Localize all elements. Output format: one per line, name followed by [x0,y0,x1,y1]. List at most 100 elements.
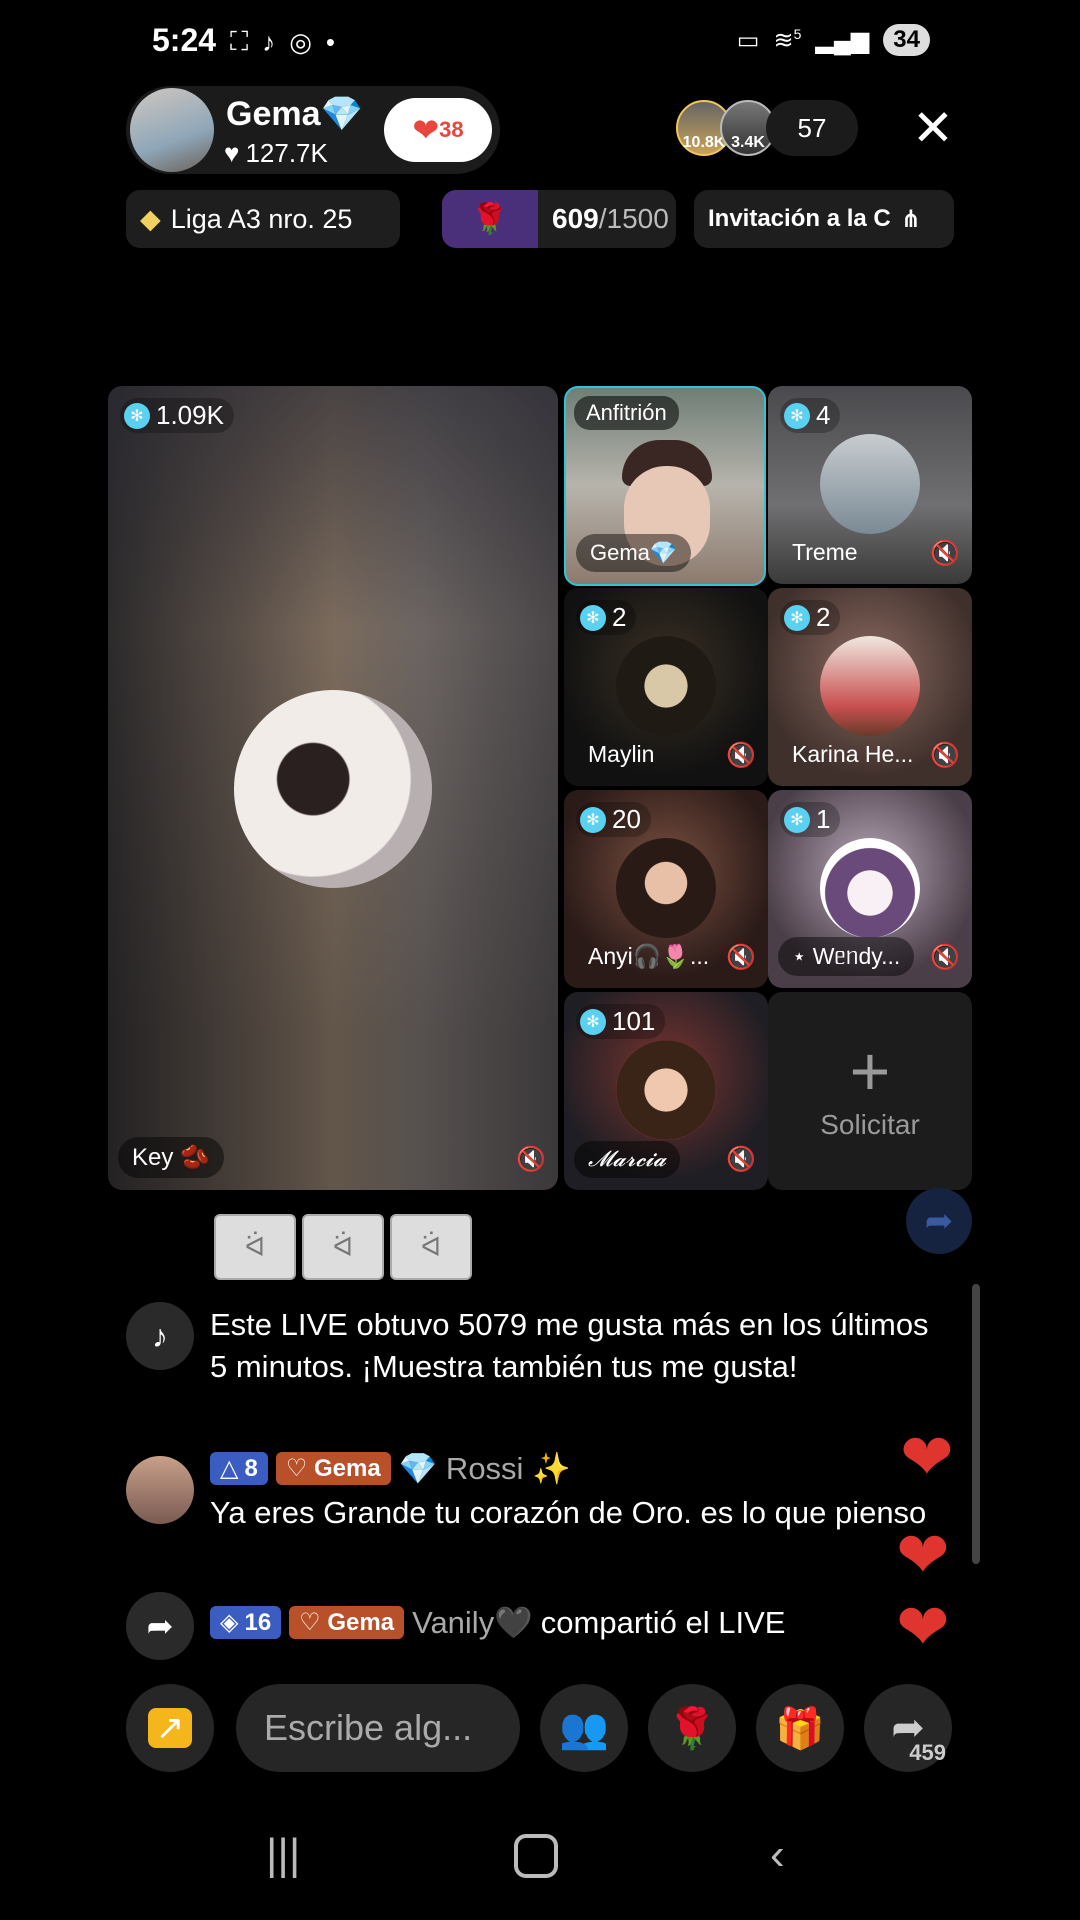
heart-icon: ♥ [224,138,240,168]
guest-avatar[interactable] [616,636,716,736]
comment-input[interactable]: Escribe alg... [236,1684,520,1772]
mic-muted-icon: 🔇 [930,742,960,769]
guest-avatar[interactable] [820,636,920,736]
close-icon[interactable]: ✕ [912,103,954,153]
guest-avatar[interactable] [820,838,920,938]
fan-badge: ♡ Gema [289,1606,405,1639]
share-text: compartió el LIVE [540,1604,786,1640]
mic-muted-icon: 🔇 [930,540,960,567]
share-button[interactable]: ➦ 459 [864,1684,952,1772]
guest-tile-marcia[interactable]: ✻ 101 𝓜𝓪𝓻𝓬𝓲𝓪 🔇 [564,992,768,1190]
gift-count: ✻ 2 [576,600,637,635]
heart-badge-icon: ❤ [412,112,440,148]
rose-goal-chip[interactable]: 🌹 609/1500 [442,190,676,248]
guest-name[interactable]: 𝓜𝓪𝓻𝓬𝓲𝓪 [574,1141,681,1178]
guest-tile-main[interactable]: ✻ 1.09K Key 🫘 🔇 [108,386,558,1190]
battery-indicator: 34 [883,24,930,56]
multi-guest-button[interactable]: 👥 [540,1684,628,1772]
guest-tile-treme[interactable]: ✻ 4 Treme 🔇 [768,386,972,584]
signal-icon: ▂▄▆ [815,26,870,54]
tiktok-icon: ♪ [126,1302,194,1370]
nav-recents-icon[interactable]: ||| [266,1830,300,1880]
rose-goal: /1500 [598,203,669,234]
guest-avatar[interactable] [820,434,920,534]
status-time: 5:24 [152,22,217,58]
host-tile[interactable]: Anfitrión Gema💎 [564,386,766,586]
rose-current: 609 [552,203,599,234]
screenshot-icon: ⛶ [230,26,249,56]
gift-button[interactable]: 🎁 [756,1684,844,1772]
gem-icon: ✻ [784,402,810,429]
host-follow-badge-button[interactable]: ❤ 38 [384,98,492,162]
gem-icon: ✻ [580,806,606,833]
viewer-count[interactable]: 57 [766,100,858,156]
guest-avatar[interactable] [616,838,716,938]
quick-action-button[interactable]: ↗ [126,1684,214,1772]
gift-count: ✻ 101 [576,1004,666,1039]
chat-message-header: △ 8 ♡ Gema 💎 Rossi ✨ [210,1450,571,1487]
plus-icon: + [849,1032,891,1110]
gem-icon: ✻ [784,604,810,631]
level-badge: △ 8 [210,1452,268,1485]
arrow-up-right-icon: ↗ [147,1708,193,1748]
host-badge-count: 38 [439,117,464,142]
diamond-icon: ◆ [140,203,161,234]
sticker-image: ᐛ [214,1214,296,1280]
guest-name[interactable]: Treme [778,533,872,572]
guest-name[interactable]: Key 🫘 [118,1137,224,1178]
league-label: Liga A3 nro. 25 [170,203,353,234]
rose-icon: 🌹 [471,202,509,236]
rose-goal-text: 609/1500 [524,203,669,235]
sticker-image: ᐛ [302,1214,384,1280]
system-message: Este LIVE obtuvo 5079 me gusta más en lo… [210,1307,929,1384]
status-bar: 5:24 ⛶ ♪ ◎ • ▭ ≋5 ▂▄▆ 34 [0,0,1080,86]
dot-icon: • [325,26,335,57]
guest-name[interactable]: Anyi🎧🌷... [574,937,723,976]
request-label: Solicitar [820,1109,920,1140]
heart-icon: ❤ [900,1421,954,1493]
mic-muted-icon: 🔇 [516,1146,546,1173]
rose-gift-button[interactable]: 🌹 [648,1684,736,1772]
chat-username[interactable]: 💎 Rossi ✨ [399,1450,571,1487]
chat-message-text: Ya eres Grande tu corazón de Oro. es lo … [210,1495,927,1530]
cast-icon: ▭ [736,26,760,54]
guest-name[interactable]: ⋆ Wᥱᥒdy... [778,937,915,976]
nav-home-icon[interactable] [514,1834,558,1878]
chat-scrollbar[interactable] [972,1284,980,1564]
host-avatar[interactable] [130,88,214,172]
league-chip[interactable]: ◆ Liga A3 nro. 25 [126,190,400,248]
heart-icon: ❤ [896,1519,950,1591]
guest-tile-wendy[interactable]: ✻ 1 ⋆ Wᥱᥒdy... 🔇 [768,790,972,988]
guest-name[interactable]: Maylin [574,735,668,774]
top-viewers[interactable]: 10.8K 3.4K 57 [676,100,858,156]
gem-icon: ✻ [580,1008,606,1035]
gift-count: ✻ 2 [780,600,841,635]
share-arrow-icon[interactable]: ➦ [906,1188,972,1254]
guest-avatar[interactable] [234,690,432,888]
chat-username[interactable]: Vanily🖤 [412,1604,533,1641]
sticker-row: ᐛ ᐛ ᐛ [214,1214,472,1280]
mic-muted-icon: 🔇 [930,944,960,971]
invite-label: Invitación a la C [708,205,891,232]
guest-tile-karina[interactable]: ✻ 2 Karina He... 🔇 [768,588,972,786]
guest-avatar[interactable] [616,1040,716,1140]
gift-count: ✻ 4 [780,398,841,433]
chat-avatar[interactable] [126,1456,194,1524]
host-label: Anfitrión [574,396,679,430]
wifi-icon: ≋5 [773,25,802,54]
host-likes-count: 127.7K [245,138,328,168]
host-tile-name[interactable]: Gema💎 [576,534,692,572]
level-badge: ◈ 16 [210,1606,282,1639]
request-join-button[interactable]: + Solicitar [768,992,972,1190]
guest-tile-maylin[interactable]: ✻ 2 Maylin 🔇 [564,588,768,786]
nav-back-icon[interactable]: ‹ [770,1830,785,1880]
tiktok-icon: ♪ [262,26,276,57]
people-icon: 👥 [559,1706,609,1751]
fan-badge: ♡ Gema [275,1452,391,1485]
guest-tile-anyi[interactable]: ✻ 20 Anyi🎧🌷... 🔇 [564,790,768,988]
gift-count: ✻ 1 [780,802,841,837]
mic-muted-icon: 🔇 [726,1146,756,1173]
invite-chip[interactable]: Invitación a la C ⋔ [694,190,954,248]
guest-name[interactable]: Karina He... [778,735,927,774]
gift-icon: 🎁 [775,1706,825,1751]
